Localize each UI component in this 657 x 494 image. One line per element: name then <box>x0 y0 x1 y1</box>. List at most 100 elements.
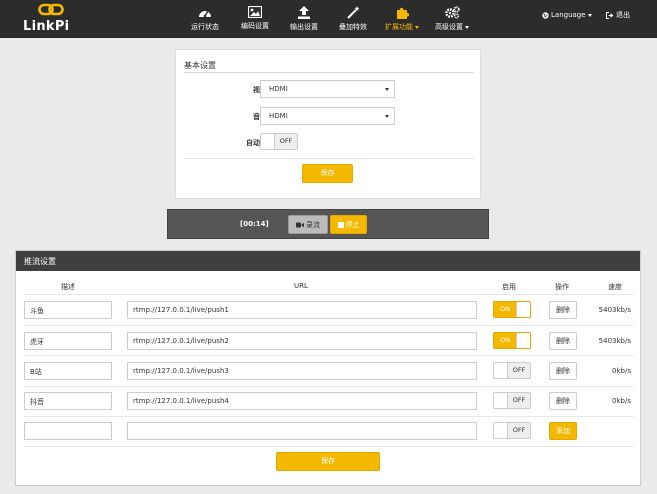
push-settings-title: 推流设置 <box>24 257 56 266</box>
puzzle-icon <box>396 7 409 19</box>
enable-toggle[interactable]: ON <box>493 301 531 318</box>
dropdown-arrow-icon <box>385 115 389 118</box>
divider <box>24 355 634 356</box>
chevron-down-icon <box>465 25 469 29</box>
divider <box>24 386 634 387</box>
new-desc-input[interactable] <box>24 422 112 440</box>
stop-label: 停止 <box>345 220 360 229</box>
col-header-desc: 描述 <box>61 283 75 291</box>
nav-item-extensions[interactable]: 扩展功能 <box>380 0 424 38</box>
speed-value: 0kb/s <box>612 367 631 375</box>
col-header-enable: 启用 <box>502 283 516 291</box>
enable-toggle[interactable]: OFF <box>493 392 531 409</box>
audio-source-value: HDMI <box>269 112 288 120</box>
desc-input[interactable]: 抖音 <box>24 392 112 410</box>
dashboard-icon <box>199 10 211 18</box>
divider <box>24 416 634 417</box>
enable-toggle[interactable]: OFF <box>493 362 531 379</box>
gears-icon <box>444 6 460 19</box>
col-header-speed: 速度 <box>608 283 622 291</box>
nav-item-overlay[interactable]: 叠加特效 <box>333 0 373 38</box>
globe-icon <box>542 11 549 19</box>
url-input[interactable]: rtmp://127.0.0.1/live/push4 <box>127 392 477 410</box>
sign-out-icon <box>606 11 614 19</box>
basic-settings-panel: 基本设置 视频源 HDMI 音频源 HDMI 自动运行 OFF 保存 <box>175 49 481 199</box>
recording-timer: [00:14] <box>240 220 269 228</box>
image-icon <box>248 6 262 18</box>
url-input[interactable]: rtmp://127.0.0.1/live/push2 <box>127 332 477 350</box>
top-navbar: LinkPi 运行状态 编码设置 输出设置 叠加特效 扩展功能 高级设置 Lan… <box>0 0 657 38</box>
desc-input[interactable]: 虎牙 <box>24 332 112 350</box>
nav-item-status[interactable]: 运行状态 <box>185 0 225 38</box>
nav-item-advanced[interactable]: 高级设置 <box>430 0 474 38</box>
delete-button[interactable]: 删除 <box>549 392 577 410</box>
toggle-state: OFF <box>508 363 530 378</box>
logo-text: LinkPi <box>23 19 70 34</box>
speed-value: 0kb/s <box>612 397 631 405</box>
nav-label-extensions: 扩展功能 <box>385 22 419 32</box>
autorun-toggle[interactable]: OFF <box>260 133 298 150</box>
toggle-state: OFF <box>275 134 297 149</box>
stop-button[interactable]: 停止 <box>330 215 367 234</box>
nav-label-advanced: 高级设置 <box>435 22 469 32</box>
url-input[interactable]: rtmp://127.0.0.1/live/push1 <box>127 301 477 319</box>
push-settings-panel: 推流设置 描述 URL 启用 操作 速度 斗鱼 rtmp://127.0.0.1… <box>15 250 641 486</box>
video-source-value: HDMI <box>269 85 288 93</box>
nav-item-encoding[interactable]: 编码设置 <box>235 0 275 38</box>
toggle-state: OFF <box>508 423 530 438</box>
toggle-knob <box>494 363 508 378</box>
chevron-down-icon <box>587 13 592 17</box>
divider <box>24 446 634 447</box>
divider <box>184 72 474 73</box>
logout-link[interactable]: 退出 <box>606 10 630 20</box>
video-camera-icon <box>296 222 304 227</box>
toggle-state: ON <box>494 302 516 317</box>
recording-bar: [00:14] 录流 停止 <box>167 209 489 239</box>
toggle-knob <box>494 393 508 408</box>
nav-label-overlay: 叠加特效 <box>339 23 367 31</box>
push-save-button[interactable]: 保存 <box>276 452 380 471</box>
desc-input[interactable]: 斗鱼 <box>24 301 112 319</box>
speed-value: 5403kb/s <box>598 306 631 314</box>
nav-label-encoding: 编码设置 <box>241 22 269 30</box>
basic-settings-title: 基本设置 <box>184 61 216 70</box>
toggle-knob <box>516 333 530 348</box>
speed-value: 5403kb/s <box>598 337 631 345</box>
record-label: 录流 <box>306 220 320 229</box>
magic-wand-icon <box>346 6 359 19</box>
language-label: Language <box>551 11 586 19</box>
record-button[interactable]: 录流 <box>288 215 328 234</box>
delete-button[interactable]: 删除 <box>549 332 577 350</box>
add-button[interactable]: 添加 <box>549 422 577 440</box>
nav-label-output: 输出设置 <box>290 23 318 31</box>
push-settings-header: 推流设置 <box>16 251 640 271</box>
col-header-action: 操作 <box>555 283 569 291</box>
video-source-select[interactable]: HDMI <box>260 80 395 98</box>
divider <box>24 325 634 326</box>
chain-link-icon <box>38 3 64 16</box>
divider <box>184 158 474 159</box>
toggle-state: ON <box>494 333 516 348</box>
chevron-down-icon <box>415 25 419 29</box>
stop-icon <box>337 221 344 228</box>
toggle-knob <box>261 134 275 149</box>
enable-toggle[interactable]: ON <box>493 332 531 349</box>
new-enable-toggle[interactable]: OFF <box>493 422 531 439</box>
upload-icon <box>298 6 310 19</box>
toggle-knob <box>516 302 530 317</box>
desc-input[interactable]: B站 <box>24 362 112 380</box>
logout-label: 退出 <box>616 11 630 19</box>
nav-item-output[interactable]: 输出设置 <box>284 0 324 38</box>
linkpi-logo[interactable]: LinkPi <box>23 3 81 35</box>
language-dropdown[interactable]: Language <box>542 10 592 20</box>
toggle-knob <box>494 423 508 438</box>
delete-button[interactable]: 删除 <box>549 301 577 319</box>
col-header-url: URL <box>294 282 308 290</box>
delete-button[interactable]: 删除 <box>549 362 577 380</box>
audio-source-select[interactable]: HDMI <box>260 107 395 125</box>
basic-save-button[interactable]: 保存 <box>302 164 353 183</box>
new-url-input[interactable] <box>127 422 477 440</box>
divider <box>24 294 634 295</box>
dropdown-arrow-icon <box>385 88 389 91</box>
url-input[interactable]: rtmp://127.0.0.1/live/push3 <box>127 362 477 380</box>
